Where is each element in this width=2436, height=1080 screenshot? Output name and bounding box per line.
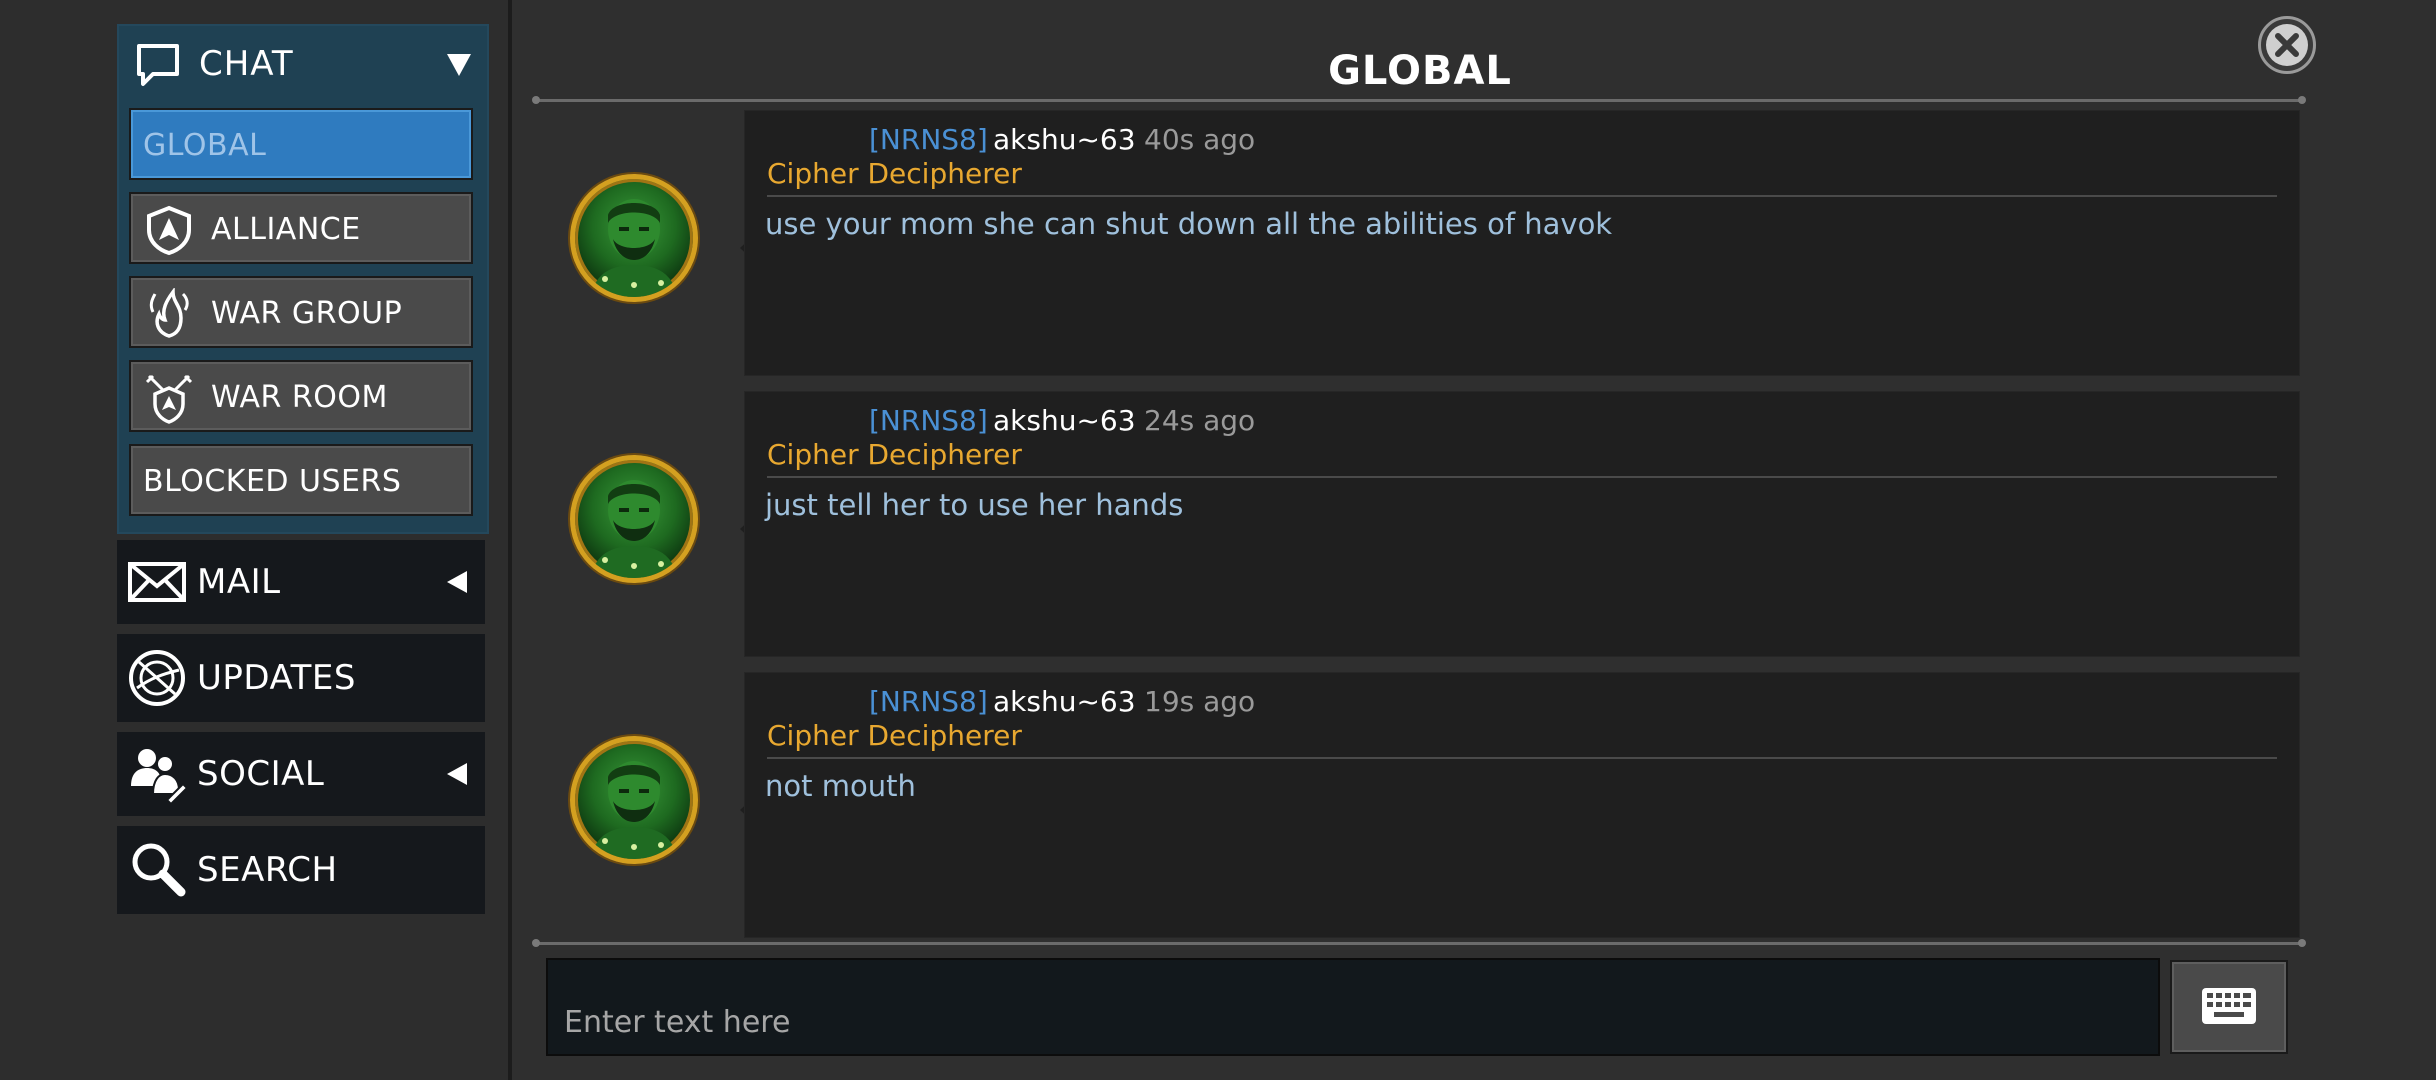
channel-alliance-label: ALLIANCE <box>211 212 361 247</box>
channel-alliance-button[interactable]: ALLIANCE <box>129 192 473 264</box>
message-separator <box>767 195 2277 197</box>
chat-screen: CHAT GLOBAL ALLIANCE WAR GROUP WAR ROOM … <box>0 0 2436 1080</box>
keyboard-button[interactable] <box>2170 960 2288 1054</box>
message-bubble: [NRNS8] akshu~63 40s ago Cipher Decipher… <box>744 110 2300 376</box>
message-text: just tell her to use her hands <box>765 488 1184 522</box>
flame-icon <box>143 286 195 340</box>
avatar[interactable] <box>570 455 698 583</box>
nav-updates-label: UPDATES <box>197 658 356 698</box>
chat-message: [NRNS8] akshu~63 24s ago Cipher Decipher… <box>560 391 2300 659</box>
channel-war-room-label: WAR ROOM <box>211 380 388 415</box>
chat-bubble-icon <box>135 42 181 88</box>
keyboard-icon <box>2202 988 2256 1024</box>
chat-message: [NRNS8] akshu~63 40s ago Cipher Decipher… <box>560 110 2300 378</box>
message-separator <box>767 476 2277 478</box>
avatar[interactable] <box>570 174 698 302</box>
channel-war-group-label: WAR GROUP <box>211 296 403 331</box>
timestamp: 19s ago <box>1144 685 1256 718</box>
channel-global-button[interactable]: GLOBAL <box>129 108 473 180</box>
magnifier-icon <box>127 840 187 900</box>
nav-social-label: SOCIAL <box>197 754 325 794</box>
username[interactable]: akshu~63 <box>993 123 1136 156</box>
crossed-swords-shield-icon <box>143 372 195 424</box>
player-title: Cipher Decipherer <box>767 719 1022 752</box>
nav-social[interactable]: SOCIAL <box>117 732 485 816</box>
username[interactable]: akshu~63 <box>993 404 1136 437</box>
alliance-tag[interactable]: [NRNS8] <box>869 404 988 437</box>
message-separator <box>767 757 2277 759</box>
chat-section: CHAT GLOBAL ALLIANCE WAR GROUP WAR ROOM … <box>117 24 489 534</box>
page-title: GLOBAL <box>1328 48 1512 94</box>
nav-updates[interactable]: UPDATES <box>117 634 485 722</box>
footer-divider <box>532 939 2306 947</box>
avatar[interactable] <box>570 736 698 864</box>
sidebar: CHAT GLOBAL ALLIANCE WAR GROUP WAR ROOM … <box>0 0 512 1080</box>
alliance-tag[interactable]: [NRNS8] <box>869 685 988 718</box>
player-title: Cipher Decipherer <box>767 157 1022 190</box>
message-text: use your mom she can shut down all the a… <box>765 207 1613 241</box>
channel-blocked-users-button[interactable]: BLOCKED USERS <box>129 444 473 516</box>
username[interactable]: akshu~63 <box>993 685 1136 718</box>
chat-message: [NRNS8] akshu~63 19s ago Cipher Decipher… <box>560 672 2300 940</box>
chevron-down-icon <box>447 54 471 76</box>
message-text: not mouth <box>765 769 916 803</box>
shield-icon <box>143 204 195 256</box>
player-title: Cipher Decipherer <box>767 438 1022 471</box>
close-icon <box>2266 24 2308 66</box>
chat-section-header[interactable]: CHAT <box>119 26 487 106</box>
nav-mail-label: MAIL <box>197 562 281 602</box>
envelope-icon <box>127 552 187 612</box>
timestamp: 40s ago <box>1144 123 1256 156</box>
channel-global-label: GLOBAL <box>143 128 267 163</box>
channel-war-group-button[interactable]: WAR GROUP <box>129 276 473 348</box>
channel-war-room-button[interactable]: WAR ROOM <box>129 360 473 432</box>
header-divider <box>532 96 2306 104</box>
globe-icon <box>127 648 187 708</box>
message-bubble: [NRNS8] akshu~63 19s ago Cipher Decipher… <box>744 672 2300 938</box>
nav-search-label: SEARCH <box>197 850 338 890</box>
timestamp: 24s ago <box>1144 404 1256 437</box>
close-button[interactable] <box>2258 16 2316 74</box>
message-bubble: [NRNS8] akshu~63 24s ago Cipher Decipher… <box>744 391 2300 657</box>
chevron-left-icon <box>447 571 467 593</box>
chat-input[interactable] <box>546 958 2160 1056</box>
alliance-tag[interactable]: [NRNS8] <box>869 123 988 156</box>
nav-mail[interactable]: MAIL <box>117 540 485 624</box>
channel-blocked-users-label: BLOCKED USERS <box>143 464 402 499</box>
nav-search[interactable]: SEARCH <box>117 826 485 914</box>
people-icon <box>127 744 189 806</box>
chat-section-label: CHAT <box>199 44 294 84</box>
chevron-left-icon <box>447 763 467 785</box>
